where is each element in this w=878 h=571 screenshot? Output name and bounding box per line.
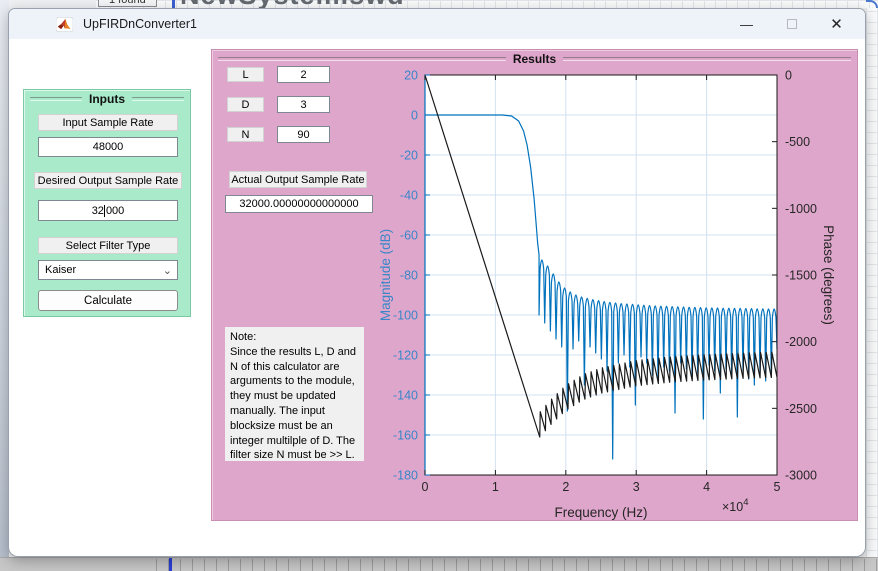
left-axis-label: Magnitude (dB) xyxy=(378,229,393,321)
window-title: UpFIRDnConverter1 xyxy=(83,17,197,31)
actual-rate-field[interactable]: 32000.00000000000000 xyxy=(225,195,373,213)
titlebar[interactable]: UpFIRDnConverter1 — ✕ xyxy=(9,9,865,39)
l-label: L xyxy=(227,67,264,82)
chevron-down-icon: ⌄ xyxy=(163,264,172,277)
right-tick-label: -3000 xyxy=(785,469,817,483)
right-tick-label: -1500 xyxy=(785,269,817,283)
x-tick-label: 5 xyxy=(774,480,781,494)
left-tick-label: 0 xyxy=(411,109,418,123)
minimize-button[interactable]: — xyxy=(724,9,769,39)
x-tick-label: 3 xyxy=(633,480,640,494)
canvas-title-text: NewSystem.swd xyxy=(180,0,405,8)
left-tick-label: -120 xyxy=(393,349,418,363)
inputs-panel: Inputs Input Sample Rate 48000 Desired O… xyxy=(23,89,191,317)
output-sample-rate-label: Desired Output Sample Rate xyxy=(34,172,182,189)
filter-type-label: Select Filter Type xyxy=(38,237,178,254)
n-value-field[interactable]: 90 xyxy=(277,126,330,143)
x-tick-label: 1 xyxy=(492,480,499,494)
left-tick-label: -60 xyxy=(400,229,418,243)
results-panel: Results L 2 D 3 N 90 Actual Output Sampl… xyxy=(211,49,858,521)
ruler-ticks xyxy=(156,559,878,571)
background-window-corner xyxy=(866,0,878,8)
input-sample-rate-label: Input Sample Rate xyxy=(38,114,178,131)
right-tick-label: -2500 xyxy=(785,402,817,416)
right-axis-label: Phase (degrees) xyxy=(821,225,836,325)
filter-type-dropdown[interactable]: Kaiser ⌄ xyxy=(38,260,178,280)
n-label: N xyxy=(227,127,264,142)
note-title: Note: xyxy=(230,330,359,345)
d-value-field[interactable]: 3 xyxy=(277,96,330,113)
x-tick-label: 0 xyxy=(422,480,429,494)
background-canvas-right xyxy=(866,0,878,571)
x-tick-label: 2 xyxy=(562,480,569,494)
l-value-field[interactable]: 2 xyxy=(277,66,330,83)
x-exponent-label: ×104 xyxy=(722,497,749,514)
x-axis-label: Frequency (Hz) xyxy=(554,505,647,520)
right-tick-label: -500 xyxy=(785,135,810,149)
matlab-icon xyxy=(56,17,73,32)
screen: 1 found NewSystem.swd UpFIRDnConverter1 … xyxy=(0,0,878,571)
maximize-icon xyxy=(787,19,797,29)
note-body: Since the results L, D and N of this cal… xyxy=(230,345,359,463)
output-sample-rate-field[interactable]: 32000 xyxy=(38,200,178,221)
right-tick-label: 0 xyxy=(785,69,792,83)
background-canvas-top: 1 found NewSystem.swd xyxy=(0,0,878,8)
background-toolbar-fragment xyxy=(0,0,96,8)
input-sample-rate-field[interactable]: 48000 xyxy=(38,137,178,157)
left-tick-label: 20 xyxy=(404,69,418,83)
left-tick-label: -100 xyxy=(393,309,418,323)
left-tick-label: -160 xyxy=(393,429,418,443)
actual-rate-label: Actual Output Sample Rate xyxy=(229,171,367,188)
canvas-cursor-line xyxy=(172,0,175,8)
left-tick-label: -80 xyxy=(400,269,418,283)
left-tick-label: -180 xyxy=(393,469,418,483)
d-label: D xyxy=(227,97,264,112)
search-result-badge: 1 found xyxy=(98,0,157,7)
left-tick-label: -20 xyxy=(400,149,418,163)
inputs-panel-title: Inputs xyxy=(30,92,184,106)
results-plot: 0 1 2 3 4 5 20 0 -20 -40 -60 -80 -100 -120 -140 -160 -18… xyxy=(362,60,866,522)
timeline-ruler[interactable] xyxy=(0,557,878,571)
ruler-cursor[interactable] xyxy=(169,558,172,571)
calculate-button[interactable]: Calculate xyxy=(38,290,178,311)
upfirdn-converter-window: UpFIRDnConverter1 — ✕ Inputs Input Sampl… xyxy=(8,8,866,557)
right-tick-label: -2000 xyxy=(785,335,817,349)
left-tick-label: -40 xyxy=(400,189,418,203)
x-tick-label: 4 xyxy=(703,480,710,494)
note-box: Note: Since the results L, D and N of th… xyxy=(225,327,364,461)
left-tick-label: -140 xyxy=(393,389,418,403)
maximize-button[interactable] xyxy=(769,9,814,39)
right-tick-label: -1000 xyxy=(785,202,817,216)
close-button[interactable]: ✕ xyxy=(814,9,859,39)
